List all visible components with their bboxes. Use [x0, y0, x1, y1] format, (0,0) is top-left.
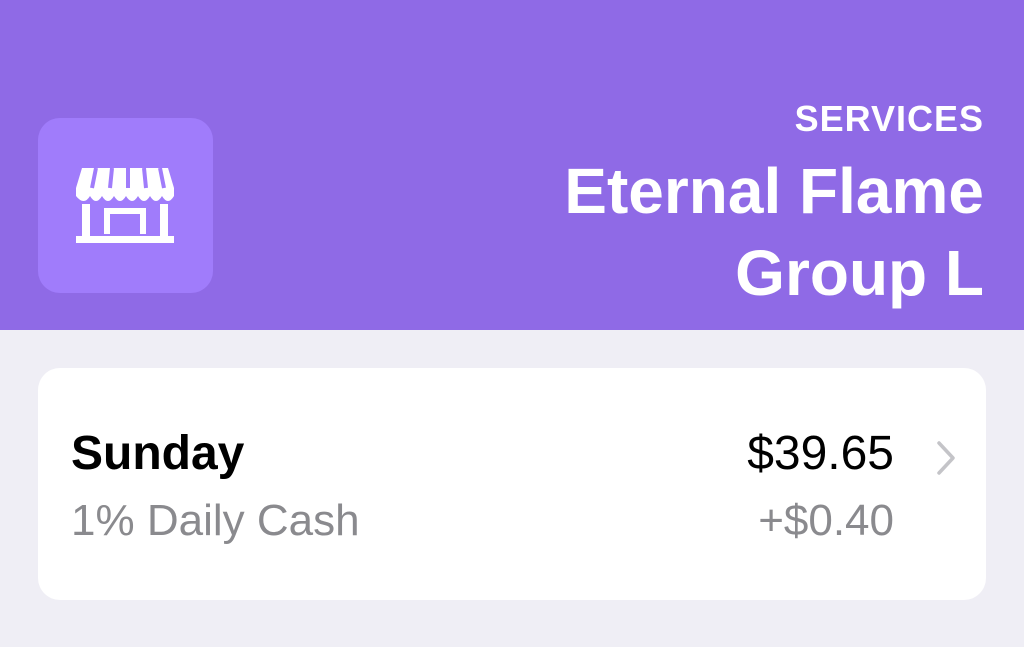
merchant-name: Eternal Flame Group L: [564, 155, 984, 309]
merchant-icon-tile: [38, 118, 213, 293]
transaction-day: Sunday: [71, 427, 245, 480]
chevron-right-icon[interactable]: [936, 440, 956, 476]
merchant-category: SERVICES: [794, 98, 984, 139]
storefront-icon: [76, 167, 174, 243]
transaction-row[interactable]: Sunday 1% Daily Cash $39.65 +$0.40: [38, 368, 986, 600]
daily-cash-amount: +$0.40: [758, 496, 894, 545]
transaction-amount: $39.65: [747, 427, 894, 480]
merchant-header: SERVICES Eternal Flame Group L: [0, 0, 1024, 330]
daily-cash-label: 1% Daily Cash: [71, 496, 360, 545]
